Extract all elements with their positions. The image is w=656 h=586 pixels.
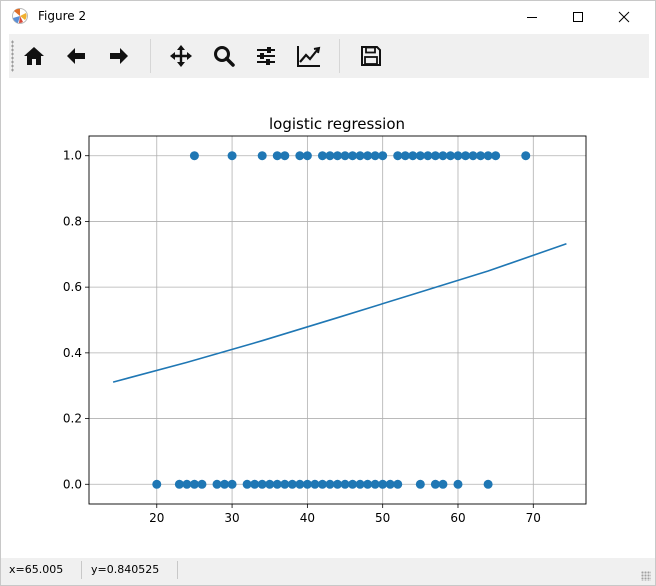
arrow-right-icon: [110, 48, 128, 64]
navigation-toolbar: [9, 34, 649, 78]
scatter-point: [483, 479, 493, 489]
matplotlib-app-icon: [11, 7, 29, 25]
subplots-button[interactable]: [248, 38, 284, 74]
scatter-point: [280, 151, 290, 161]
scatter-point: [453, 479, 463, 489]
status-bar: x=65.005 y=0.840525: [1, 558, 655, 585]
scatter-point: [227, 151, 237, 161]
back-button[interactable]: [58, 38, 94, 74]
home-icon: [24, 47, 44, 65]
arrow-left-icon: [67, 48, 85, 64]
forward-button[interactable]: [101, 38, 137, 74]
figure-canvas[interactable]: 20 30 40 50 60 70 0.0 0.2 0.4 0.6 0.8 1.0 logistic …: [9, 80, 649, 557]
scatter-point: [378, 151, 388, 161]
title-bar[interactable]: Figure 2: [1, 1, 655, 32]
y-tick-label: 1.0: [63, 149, 82, 163]
close-button[interactable]: [601, 1, 647, 32]
home-button[interactable]: [16, 38, 52, 74]
scatter-point: [302, 151, 312, 161]
scatter-point: [152, 479, 162, 489]
scatter-point: [438, 479, 448, 489]
scatter-chart[interactable]: 20 30 40 50 60 70 0.0 0.2 0.4 0.6 0.8 1.0 logistic …: [9, 80, 649, 557]
zoom-button[interactable]: [206, 38, 242, 74]
x-tick-label: 70: [526, 511, 541, 525]
scatter-point: [415, 479, 425, 489]
window-title: Figure 2: [38, 9, 87, 23]
edit-axes-button[interactable]: [291, 38, 327, 74]
x-tick-label: 20: [149, 511, 164, 525]
magnifier-icon: [214, 46, 235, 67]
status-x-coordinate: x=65.005: [9, 563, 64, 576]
scatter-point: [197, 479, 207, 489]
scatter-point: [257, 151, 267, 161]
x-tick-label: 60: [450, 511, 465, 525]
move-icon: [170, 45, 192, 67]
y-tick-label: 0.4: [63, 346, 82, 360]
minimize-icon: [527, 16, 537, 18]
y-tick-label: 0.6: [63, 280, 82, 294]
figure-window: Figure 2 20 30 40 50 60 70 0.0 0.2 0.4 0…: [0, 0, 656, 586]
scatter-point: [189, 151, 199, 161]
status-separator: [177, 561, 178, 579]
close-icon: [618, 11, 630, 22]
toolbar-grip[interactable]: [11, 40, 14, 72]
toolbar-separator: [339, 39, 340, 73]
floppy-disk-icon: [361, 46, 381, 66]
maximize-icon: [573, 11, 583, 22]
pan-button[interactable]: [163, 38, 199, 74]
x-tick-label: 50: [375, 511, 390, 525]
regression-line: [112, 243, 567, 383]
y-tick-label: 0.8: [63, 214, 82, 228]
scatter-point: [227, 479, 237, 489]
x-tick-label: 40: [300, 511, 315, 525]
status-separator: [81, 561, 82, 579]
minimize-button[interactable]: [509, 1, 555, 32]
plot-frame: [88, 135, 587, 505]
toolbar-separator: [150, 39, 151, 73]
y-tick-label: 0.2: [63, 412, 82, 426]
scatter-point: [521, 151, 531, 161]
chart-title: logistic regression: [269, 115, 405, 133]
sliders-icon: [257, 47, 275, 65]
resize-grip[interactable]: [641, 571, 651, 581]
x-tick-label: 30: [224, 511, 239, 525]
status-y-coordinate: y=0.840525: [91, 563, 160, 576]
scatter-point: [491, 151, 501, 161]
maximize-button[interactable]: [555, 1, 601, 32]
scatter-point: [393, 479, 403, 489]
y-tick-label: 0.0: [63, 477, 82, 491]
save-button[interactable]: [353, 38, 389, 74]
line-chart-icon: [297, 46, 321, 67]
